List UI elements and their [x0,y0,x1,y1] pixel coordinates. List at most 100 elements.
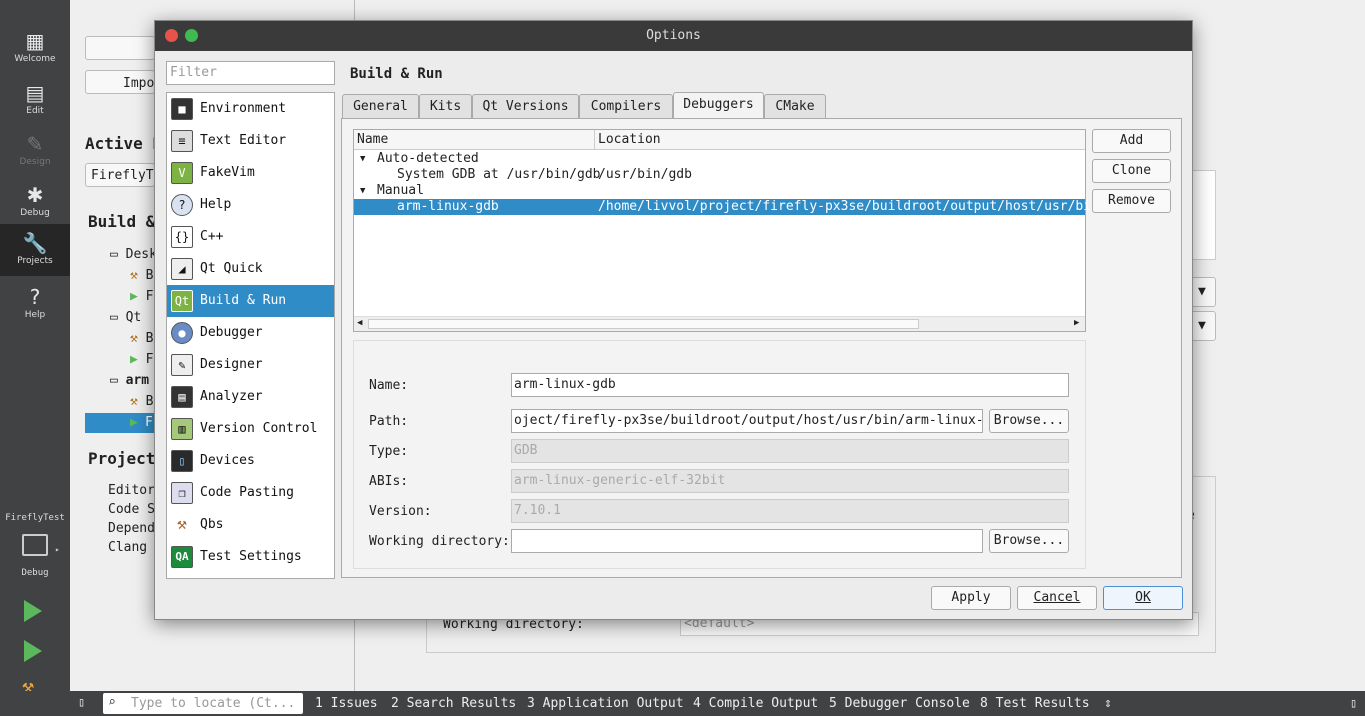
tree-group-auto-detected[interactable]: ▼ Auto-detected [354,151,1085,167]
bg-kit-arm-build[interactable]: ⚒ B [130,394,153,409]
tab-general[interactable]: General [342,94,419,119]
remove-button[interactable]: Remove [1092,189,1171,213]
target-monitor-icon[interactable] [22,534,48,556]
bg-project-item-clang[interactable]: Clang [108,540,147,555]
target-arrow-icon[interactable]: ▸ [55,545,60,554]
category-qt-quick[interactable]: ◢ Qt Quick [167,253,334,285]
column-name[interactable]: Name [357,132,388,147]
maximize-window-icon[interactable] [185,29,198,42]
bg-kit-desktop[interactable]: ▭ Desk [110,247,157,262]
mode-help[interactable]: ? Help [0,278,70,328]
cpp-icon: {} [171,226,193,248]
search-icon: ⌕ [108,695,116,710]
bg-active-project-heading: Active P [85,134,163,153]
category-environment[interactable]: ■ Environment [167,93,334,125]
category-debugger[interactable]: ● Debugger [167,317,334,349]
tree-item-arm-linux-gdb[interactable]: arm-linux-gdb/home/livvol/project/firefl… [354,199,1107,215]
more-panes-icon[interactable]: ⇕ [1104,696,1112,711]
category-analyzer[interactable]: ▤ Analyzer [167,381,334,413]
target-project-label: FireflyTest [5,513,65,523]
bg-kit-desktop-run[interactable]: ▶ F [130,289,153,304]
debugger-tree: Name Location ▼ Auto-detected System GDB … [353,129,1107,332]
pane-debugger-console[interactable]: 5 Debugger Console [829,696,970,711]
tab-qt-versions[interactable]: Qt Versions [472,94,579,119]
target-config-label: Debug [21,568,49,578]
bg-project-item-editor[interactable]: Editor [108,483,155,498]
bg-kit-qt[interactable]: ▭ Qt [110,310,141,325]
category-devices[interactable]: ▯ Devices [167,445,334,477]
horizontal-scrollbar[interactable]: ◀ ▶ [354,316,1085,331]
filter-input[interactable]: Filter [166,61,335,85]
clone-button[interactable]: Clone [1092,159,1171,183]
tab-cmake[interactable]: CMake [764,94,826,119]
pane-compile-output[interactable]: 4 Compile Output [693,696,818,711]
column-location[interactable]: Location [598,132,661,147]
category-cpp[interactable]: {} C++ [167,221,334,253]
close-window-icon[interactable] [165,29,178,42]
mode-welcome[interactable]: ▦ Welcome [0,22,70,72]
bg-kit-arm[interactable]: ▭ arm [110,373,149,388]
bg-project-item-code-style[interactable]: Code S [108,502,155,517]
pane-search-results[interactable]: 2 Search Results [391,696,516,711]
bg-kit-qt-run[interactable]: ▶ F [130,352,153,367]
bg-kit-arm-run-selected[interactable]: ▶ F [85,413,155,433]
cancel-button[interactable]: Cancel [1017,586,1097,610]
scroll-left-icon[interactable]: ◀ [357,318,362,328]
hammer-icon: ⚒ [171,514,193,536]
options-dialog: Options Filter ■ Environment ≡ Text Editor… [154,20,1193,620]
dialog-titlebar: Options [155,21,1192,51]
add-button[interactable]: Add [1092,129,1171,153]
scroll-right-icon[interactable]: ▶ [1074,318,1079,328]
tab-kits[interactable]: Kits [419,94,472,119]
run-icon[interactable] [24,600,42,622]
category-code-pasting[interactable]: ❐ Code Pasting [167,477,334,509]
bg-project-select[interactable]: FireflyTe [85,163,161,187]
mode-debug[interactable]: ✱ Debug [0,176,70,226]
pane-application-output[interactable]: 3 Application Output [527,696,684,711]
path-browse-button[interactable]: Browse... [989,409,1069,433]
ok-button[interactable]: OK [1103,586,1183,610]
debuggers-panel: Name Location ▼ Auto-detected System GDB … [341,118,1182,578]
path-field[interactable]: oject/firefly-px3se/buildroot/output/hos… [511,409,983,433]
tab-debuggers[interactable]: Debuggers [673,92,764,118]
abis-field: arm-linux-generic-elf-32bit [511,469,1069,493]
mode-bar: ▦ Welcome ▤ Edit ✎ Design ✱ Debug 🔧 Projects … [0,0,70,698]
category-build-run[interactable]: Qt Build & Run [167,285,334,317]
pane-test-results[interactable]: 8 Test Results [980,696,1090,711]
workdir-browse-button[interactable]: Browse... [989,529,1069,553]
apply-button[interactable]: Apply [931,586,1011,610]
monitor-icon: ▭ [110,247,126,262]
category-help[interactable]: ? Help [167,189,334,221]
run-icon: ▶ [130,289,146,304]
bg-kit-qt-build[interactable]: ⚒ B [130,331,153,346]
qt-build-icon: Qt [171,290,193,312]
bg-project-item-dependencies[interactable]: Depend [108,521,155,536]
bg-kit-desktop-build[interactable]: ⚒ B [130,268,153,283]
toggle-right-sidebar-icon[interactable]: ▯ [1350,696,1357,710]
scrollbar-thumb[interactable] [368,319,919,329]
category-test-settings[interactable]: QA Test Settings [167,541,334,573]
bg-manage-button[interactable] [85,36,155,60]
working-directory-field[interactable] [511,529,983,553]
tree-item-system-gdb[interactable]: System GDB at /usr/bin/gdb/usr/bin/gdb [354,167,1085,183]
mode-design[interactable]: ✎ Design [0,125,70,175]
mode-edit[interactable]: ▤ Edit [0,74,70,124]
category-fakevim[interactable]: V FakeVim [167,157,334,189]
category-text-editor[interactable]: ≡ Text Editor [167,125,334,157]
type-label: Type: [369,444,409,459]
name-field[interactable]: arm-linux-gdb [511,373,1069,397]
toggle-sidebar-icon[interactable]: ▯ [78,695,85,709]
monitor-icon: ▭ [110,373,126,388]
mode-projects[interactable]: 🔧 Projects [0,224,70,276]
debug-run-icon[interactable] [24,640,42,662]
category-version-control[interactable]: ▥ Version Control [167,413,334,445]
category-designer[interactable]: ✎ Designer [167,349,334,381]
pane-issues[interactable]: 1 Issues [315,696,378,711]
tab-compilers[interactable]: Compilers [579,94,673,119]
bg-import-button[interactable]: Impo [85,70,155,94]
page-title: Build & Run [350,66,443,82]
category-qbs[interactable]: ⚒ Qbs [167,509,334,541]
locator-input[interactable]: ⌕ Type to locate (Ct... [103,693,303,714]
code-pasting-icon: ❐ [171,482,193,504]
tree-group-manual[interactable]: ▼ Manual [354,183,1085,199]
